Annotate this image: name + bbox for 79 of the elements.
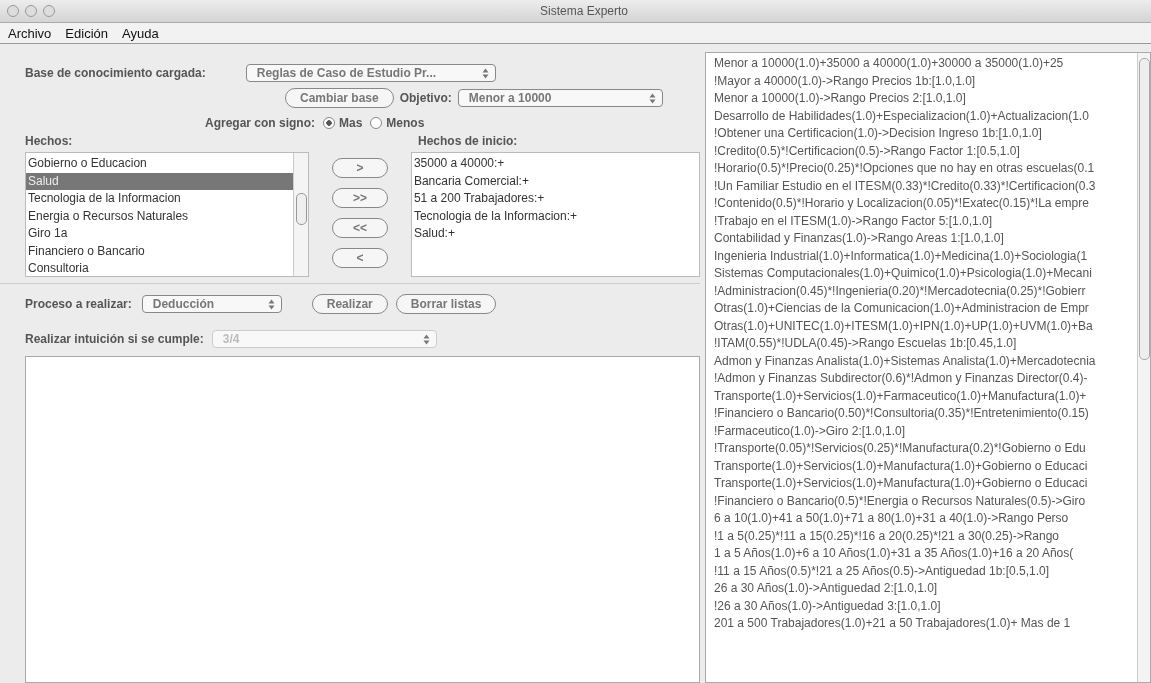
- radio-button[interactable]: [323, 117, 335, 129]
- window-title: Sistema Experto: [540, 4, 629, 18]
- field-label: Base de conocimiento cargada:: [25, 66, 206, 80]
- list-heading: Hechos de inicio:: [418, 134, 518, 148]
- transfer-button[interactable]: >: [332, 158, 388, 178]
- rule-line: !Farmaceutico(1.0)->Giro 2:[1.0,1.0]: [714, 422, 907, 440]
- rule-line: !1 a 5(0.25)*!11 a 15(0.25)*!16 a 20(0.25)*!21 a 30(0.25)->Rango: [714, 527, 1060, 545]
- list-item[interactable]: Salud: [26, 172, 294, 190]
- list-item[interactable]: 51 a 200 Trabajadores:+: [411, 190, 699, 208]
- rule-line: !Transporte(0.05)*!Servicios(0.25)*!Manufactura(0.2)*!Gobierno o Edu: [714, 440, 1087, 457]
- radio-label[interactable]: Menos: [386, 116, 425, 130]
- change-base-button[interactable]: Cambiar base: [285, 88, 394, 108]
- rule-line: !Mayor a 40000(1.0)->Rango Precios 1b:[1.0,1.0]: [714, 72, 977, 90]
- rule-line: !Trabajo en el ITESM(1.0)->Rango Factor 5:[1.0,1.0]: [714, 212, 994, 230]
- rule-line: !11 a 15 Años(0.5)*!21 a 25 Años(0.5)->Antiguedad 1b:[0.5,1.0]: [714, 562, 1051, 580]
- action-button[interactable]: Borrar listas: [395, 294, 497, 314]
- process-dropdown[interactable]: Deducción: [141, 295, 282, 313]
- rule-line: !Horario(0.5)*!Precio(0.25)*!Opciones que no hay en otras escuelas(0.1: [714, 160, 1096, 177]
- radio-label[interactable]: Mas: [339, 116, 363, 130]
- updown-icon: [648, 92, 656, 104]
- rule-line: Transporte(1.0)+Servicios(1.0)+Manufactura(1.0)+Gobierno o Educaci: [714, 475, 1089, 492]
- updown-icon: [422, 333, 430, 345]
- menu-item[interactable]: Archivo: [8, 25, 52, 41]
- objective-dropdown[interactable]: Menor a 10000: [457, 89, 663, 107]
- rule-line: Ingenieria Industrial(1.0)+Informatica(1.0)+Medicina(1.0)+Sociologia(1: [714, 247, 1089, 265]
- field-label: Agregar con signo:: [205, 116, 315, 130]
- transfer-button[interactable]: <<: [332, 218, 388, 238]
- rule-line: Admon y Finanzas Analista(1.0)+Sistemas Analista(1.0)+Mercadotecnia: [714, 352, 1097, 370]
- rule-line: !Contenido(0.5)*!Horario y Localizacion(0.05)*!Exatec(0.15)*!La empre: [714, 195, 1090, 212]
- rule-line: !Un Familiar Estudio en el ITESM(0.33)*!Credito(0.33)*!Certificacion(0.3: [714, 177, 1097, 195]
- rule-line: 1 a 5 Años(1.0)+6 a 10 Años(1.0)+31 a 35 Años(1.0)+16 a 20 Años(: [714, 545, 1075, 562]
- list-item[interactable]: Consultoria: [26, 260, 294, 278]
- list-item[interactable]: Giro 1a: [26, 225, 294, 243]
- transfer-button[interactable]: >>: [332, 188, 388, 208]
- list-item[interactable]: Tecnologia de la Informacion:+: [411, 207, 699, 225]
- rule-line: !Financiero o Bancario(0.50)*!Consultoria(0.35)*!Entretenimiento(0.15): [714, 405, 1090, 422]
- list-item[interactable]: Gobierno o Educacion: [26, 155, 294, 173]
- action-button[interactable]: Realizar: [311, 294, 388, 314]
- rule-line: !Obtener una Certificacion(1.0)->Decision Ingreso 1b:[1.0,1.0]: [714, 125, 1043, 142]
- list-heading: Hechos:: [25, 134, 74, 148]
- list-item[interactable]: Salud:+: [411, 225, 699, 243]
- rule-line: 6 a 10(1.0)+41 a 50(1.0)+71 a 80(1.0)+31 a 40(1.0)->Rango Perso: [714, 510, 1070, 527]
- field-label: Realizar intuición si se cumple:: [25, 332, 204, 346]
- rule-line: !Admon y Finanzas Subdirector(0.6)*!Admon y Finanzas Director(0.4)-: [714, 370, 1089, 387]
- menu-item[interactable]: Ayuda: [122, 25, 159, 41]
- list-item[interactable]: 35000 a 40000:+: [411, 155, 699, 173]
- zoom-icon[interactable]: [43, 5, 55, 17]
- transfer-button[interactable]: <: [332, 248, 388, 268]
- rule-line: Sistemas Computacionales(1.0)+Quimico(1.0)+Psicologia(1.0)+Mecani: [714, 265, 1093, 282]
- list-item[interactable]: Financiero o Bancario: [26, 242, 294, 260]
- rule-line: Menor a 10000(1.0)+35000 a 40000(1.0)+30000 a 35000(1.0)+25: [714, 55, 1065, 72]
- rule-line: Transporte(1.0)+Servicios(1.0)+Manufactura(1.0)+Gobierno o Educaci: [714, 457, 1089, 475]
- minimize-icon[interactable]: [25, 5, 37, 17]
- rule-line: Otras(1.0)+Ciencias de la Comunicacion(1.0)+Administracion de Empr: [714, 300, 1090, 317]
- field-label: Objetivo:: [399, 91, 452, 105]
- scrollbar[interactable]: [1137, 53, 1150, 682]
- rule-line: 26 a 30 Años(1.0)->Antiguedad 2:[1.0,1.0]: [714, 580, 939, 597]
- list-item[interactable]: Bancaria Comercial:+: [411, 172, 699, 190]
- rule-line: !Credito(0.5)*!Certificacion(0.5)->Rango Factor 1:[0.5,1.0]: [714, 142, 1021, 160]
- radio-button[interactable]: [370, 117, 383, 129]
- rule-line: !Administracion(0.45)*!Ingenieria(0.20)*!Mercadotecnia(0.25)*!Gobierr: [714, 282, 1087, 300]
- list-item[interactable]: Energia o Recursos Naturales: [26, 207, 294, 225]
- rule-line: Desarrollo de Habilidades(1.0)+Especializacion(1.0)+Actualizacion(1.0: [714, 107, 1090, 125]
- rule-line: !Financiero o Bancario(0.5)*!Energia o Recursos Naturales(0.5)->Giro: [714, 492, 1087, 510]
- rule-line: Menor a 10000(1.0)->Rango Precios 2:[1.0,1.0]: [714, 90, 967, 107]
- list-item[interactable]: Tecnologia de la Informacion: [26, 190, 294, 208]
- base-dropdown[interactable]: Reglas de Caso de Estudio Pr...: [245, 64, 496, 82]
- updown-icon: [267, 298, 275, 310]
- field-label: Proceso a realizar:: [25, 297, 132, 311]
- close-icon[interactable]: [7, 5, 19, 17]
- rule-line: Contabilidad y Finanzas(1.0)->Rango Areas 1:[1.0,1.0]: [714, 230, 1005, 247]
- menu-item[interactable]: Edición: [65, 25, 108, 41]
- rule-line: Transporte(1.0)+Servicios(1.0)+Farmaceutico(1.0)+Manufactura(1.0)+: [714, 387, 1088, 405]
- scrollbar[interactable]: [293, 153, 309, 276]
- rule-line: Otras(1.0)+UNITEC(1.0)+ITESM(1.0)+IPN(1.0)+UP(1.0)+UVM(1.0)+Ba: [714, 317, 1094, 335]
- rule-line: 201 a 500 Trabajadores(1.0)+21 a 50 Trabajadores(1.0)+ Mas de 1: [714, 615, 1072, 632]
- updown-icon: [481, 67, 489, 79]
- rule-line: !ITAM(0.55)*!UDLA(0.45)->Rango Escuelas 1b:[0.45,1.0]: [714, 335, 1018, 352]
- rule-line: !26 a 30 Años(1.0)->Antiguedad 3:[1.0,1.0]: [714, 597, 942, 615]
